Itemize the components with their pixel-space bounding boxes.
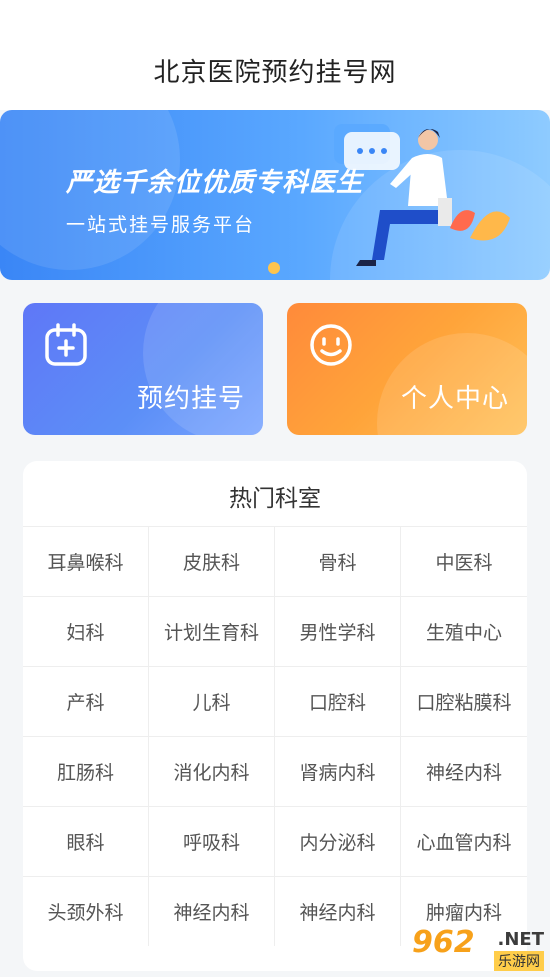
card-decoration <box>143 303 263 435</box>
watermark-number: 962 <box>412 925 475 960</box>
department-item[interactable]: 眼科 <box>23 806 149 876</box>
department-item[interactable]: 肾病内科 <box>275 736 401 806</box>
department-item[interactable]: 心血管内科 <box>401 806 527 876</box>
department-item[interactable]: 肛肠科 <box>23 736 149 806</box>
department-item[interactable]: 妇科 <box>23 596 149 666</box>
header: 北京医院预约挂号网 <box>0 0 550 110</box>
banner-headline: 严选千余位优质专科医生 <box>66 168 364 198</box>
personal-center-label: 个人中心 <box>400 384 509 414</box>
department-item[interactable]: 产科 <box>23 666 149 736</box>
department-item[interactable]: 男性学科 <box>275 596 401 666</box>
department-item[interactable]: 呼吸科 <box>149 806 275 876</box>
watermark-sub: 乐游网 <box>494 951 544 971</box>
department-item[interactable]: 头颈外科 <box>23 876 149 946</box>
department-item[interactable]: 内分泌科 <box>275 806 401 876</box>
department-item[interactable]: 计划生育科 <box>149 596 275 666</box>
smiley-face-icon <box>310 324 352 366</box>
departments-grid: 耳鼻喉科 皮肤科 骨科 中医科妇科 计划生育科 男性学科 生殖中心产科 儿科 口腔科 口腔粘膜科肛… <box>23 526 527 946</box>
banner-dot <box>268 262 280 274</box>
personal-center-card[interactable]: 个人中心 <box>287 303 527 435</box>
calendar-plus-icon <box>45 323 87 366</box>
banner-subtitle: 一站式挂号服务平台 <box>66 214 256 236</box>
department-item[interactable]: 生殖中心 <box>401 596 527 666</box>
hot-departments-panel: 热门科室 耳鼻喉科 皮肤科 骨科 中医科妇科 计划生育科 男性学科 生殖中心产科 儿科 口腔科口… <box>23 461 527 971</box>
department-item[interactable]: 皮肤科 <box>149 526 275 596</box>
department-item[interactable]: 口腔科 <box>275 666 401 736</box>
department-item[interactable]: 神经内科 <box>275 876 401 946</box>
watermark-logo: 962 .NET 乐游网 <box>412 925 544 971</box>
department-item[interactable]: 神经内科 <box>401 736 527 806</box>
page-title: 北京医院预约挂号网 <box>153 58 397 88</box>
department-item[interactable]: 神经内科 <box>149 876 275 946</box>
department-item[interactable]: 骨科 <box>275 526 401 596</box>
department-item[interactable]: 消化内科 <box>149 736 275 806</box>
promo-banner[interactable]: 严选千余位优质专科医生 一站式挂号服务平台 <box>0 110 550 280</box>
department-item[interactable]: 口腔粘膜科 <box>401 666 527 736</box>
hot-departments-title: 热门科室 <box>229 486 321 512</box>
booking-label: 预约挂号 <box>136 384 245 414</box>
booking-card[interactable]: 预约挂号 <box>23 303 263 435</box>
department-item[interactable]: 耳鼻喉科 <box>23 526 149 596</box>
watermark-net: .NET <box>497 929 544 950</box>
department-item[interactable]: 儿科 <box>149 666 275 736</box>
department-item[interactable]: 中医科 <box>401 526 527 596</box>
